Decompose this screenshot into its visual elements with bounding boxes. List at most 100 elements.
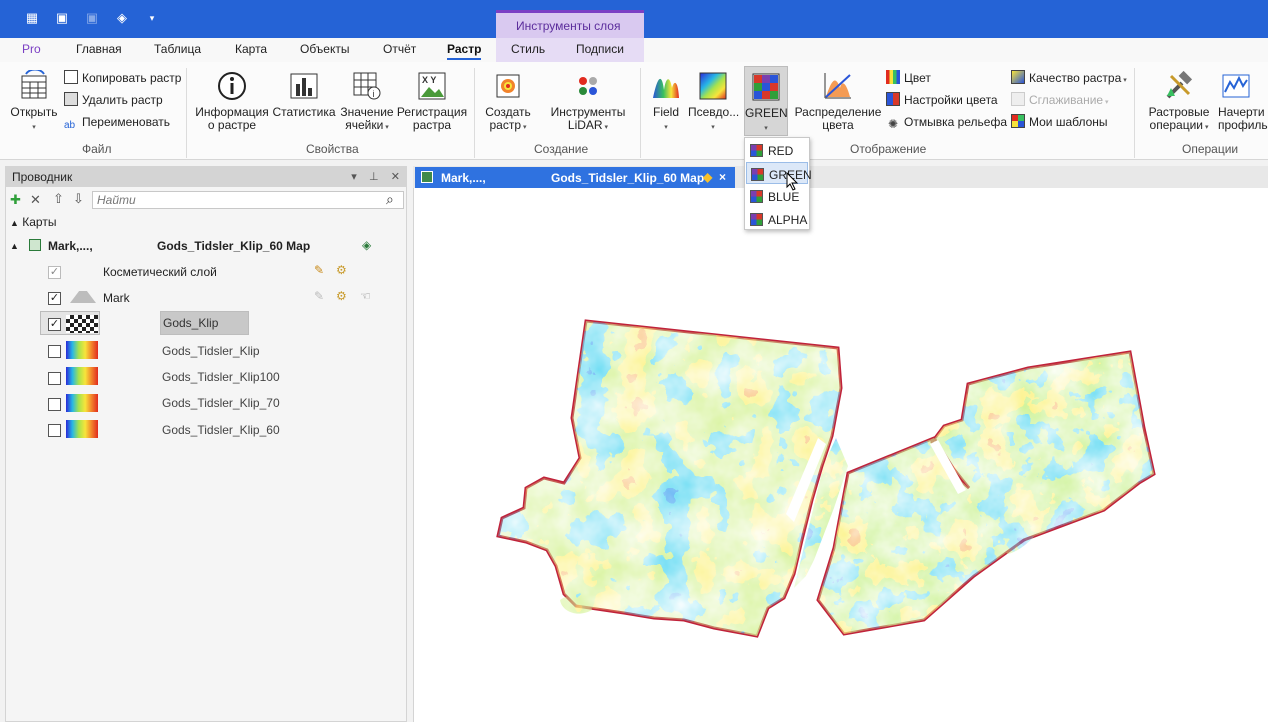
add-icon[interactable]: ✚	[10, 192, 21, 208]
delete-raster-label: Удалить растр	[82, 93, 163, 107]
layer-name[interactable]: Gods_Tidsler_Klip_70	[162, 396, 280, 410]
layer-checkbox[interactable]: ✓	[48, 318, 61, 331]
raster-right-part	[818, 352, 1154, 634]
chevron-down-icon: ▾	[521, 124, 527, 131]
create-raster-label-1: Создать	[485, 105, 531, 119]
band-option-alpha[interactable]: ALPHA	[746, 208, 808, 230]
layer-checkbox[interactable]	[48, 398, 61, 411]
raster-left-part	[498, 321, 841, 636]
raster-info-button[interactable]: Информация о растре	[194, 70, 270, 132]
collapse-arrow-icon[interactable]: ▲	[10, 241, 19, 251]
edit-pencil-icon[interactable]: ✎	[314, 289, 324, 303]
maps-node[interactable]: ▲ Карты	[10, 215, 56, 237]
group-display-label: Отображение	[850, 142, 927, 156]
move-up-icon[interactable]: ⇧	[53, 191, 64, 207]
smoothing-label: Сглаживание	[1029, 93, 1104, 107]
layer-name[interactable]: Gods_Tidsler_Klip	[162, 344, 260, 358]
chevron-down-icon: ▾	[764, 125, 768, 132]
tab-table[interactable]: Таблица	[154, 42, 201, 56]
map-tab-right-label: Gods_Tidsler_Klip_60 Map	[551, 171, 705, 185]
raster-registration-button[interactable]: X Y Регистрация растра	[396, 70, 468, 132]
search-input[interactable]: Найти	[92, 191, 404, 209]
tab-pro[interactable]: Pro	[22, 42, 41, 56]
grid-icon[interactable]: ▦	[24, 10, 40, 26]
my-templates-button[interactable]: Мои шаблоны	[1011, 114, 1108, 132]
create-raster-button[interactable]: Создать растр ▾	[482, 70, 534, 134]
layer-checkbox[interactable]: ✓	[48, 292, 61, 305]
layers-icon[interactable]: ◈	[114, 10, 130, 26]
layer-checkbox[interactable]	[48, 424, 61, 437]
statistics-icon	[290, 73, 318, 99]
edit-pencil-icon[interactable]: ✎	[314, 263, 324, 277]
statistics-button[interactable]: Статистика	[272, 70, 336, 119]
pin-icon[interactable]: ⊥	[369, 171, 379, 183]
cell-value-label-2: ячейки	[345, 118, 384, 132]
raster-quality-button[interactable]: Качество растра ▾	[1011, 70, 1127, 88]
relief-shading-button[interactable]: ✺ Отмывка рельефа	[886, 114, 1007, 132]
tab-objects[interactable]: Объекты	[300, 42, 350, 56]
rename-icon: ab	[64, 120, 76, 131]
select-icon[interactable]: ⚙	[336, 289, 347, 303]
raster-field-map[interactable]	[414, 188, 1268, 722]
layer-name[interactable]: Gods_Tidsler_Klip_60	[162, 423, 280, 437]
statistics-label: Статистика	[272, 105, 336, 119]
layer-name-selected[interactable]: Gods_Klip	[160, 311, 250, 335]
relief-icon: ✺	[887, 117, 899, 131]
lidar-tools-button[interactable]: Инструменты LiDAR ▾	[546, 70, 630, 134]
map-canvas[interactable]	[413, 188, 1268, 722]
cell-value-label-1: Значение	[340, 105, 394, 119]
layer-name[interactable]: Косметический слой	[103, 265, 217, 279]
chevron-down-icon: ▾	[32, 124, 36, 131]
draw-profile-button[interactable]: Начерти профиль	[1218, 70, 1268, 132]
copy-raster-button[interactable]: Копировать растр	[64, 70, 181, 88]
color-button[interactable]: Цвет	[886, 70, 931, 88]
open-button[interactable]: Открыть ▾	[8, 70, 60, 134]
cell-value-button[interactable]: i Значение ячейки ▾	[338, 70, 396, 134]
pseudo-color-label: Псевдо...	[688, 105, 740, 119]
explorer-toolbar: ✚ ✕ ⇧ ⇩ Найти ⌕	[6, 187, 406, 213]
collapse-arrow-icon[interactable]: ▲	[10, 218, 19, 228]
raster-info-label-1: Информация	[195, 105, 269, 119]
search-icon[interactable]: ⌕	[386, 191, 394, 208]
modified-indicator-icon: ◆	[703, 170, 713, 184]
chevron-down-icon: ▾	[1121, 77, 1127, 84]
layer-checkbox[interactable]: ✓	[48, 266, 61, 279]
panel-menu-icon[interactable]: ▾	[351, 171, 357, 183]
map-document-tab[interactable]: Mark,..., Gods_Tidsler_Klip_60 Map ◆ ×	[415, 167, 735, 188]
color-settings-button[interactable]: Настройки цвета	[886, 92, 998, 110]
delete-raster-button[interactable]: Удалить растр	[64, 92, 163, 110]
layer-checkbox[interactable]	[48, 345, 61, 358]
band-icon	[751, 168, 764, 181]
disabled-save-icon: ▣	[85, 10, 99, 25]
color-distribution-button[interactable]: Распределение цвета	[794, 70, 882, 132]
move-down-icon[interactable]: ⇩	[73, 191, 84, 207]
field-button[interactable]: Field ▾	[648, 70, 684, 134]
tab-labels[interactable]: Подписи	[576, 42, 624, 56]
select-icon[interactable]: ⚙	[336, 263, 347, 277]
field-label: Field	[652, 105, 679, 119]
tab-home[interactable]: Главная	[76, 42, 122, 56]
tab-map[interactable]: Карта	[235, 42, 267, 56]
map-options-icon[interactable]: ◈	[362, 238, 371, 252]
close-panel-icon[interactable]: ✕	[391, 171, 400, 183]
pseudo-color-button[interactable]: Псевдо... ▾	[688, 70, 740, 134]
layer-checkbox[interactable]	[48, 372, 61, 385]
close-tab-icon[interactable]: ×	[719, 170, 726, 184]
tab-style[interactable]: Стиль	[511, 42, 545, 56]
map-node[interactable]: ▲ Mark,..., Gods_Tidsler_Klip_60 Map ◈	[10, 238, 390, 260]
raster-operations-button[interactable]: Растровые операции ▾	[1144, 70, 1214, 134]
remove-icon[interactable]: ✕	[30, 192, 41, 208]
band-option-label: BLUE	[768, 190, 800, 204]
group-file-label: Файл	[82, 142, 112, 156]
customize-icon[interactable]: ▾	[144, 10, 160, 26]
save-icon[interactable]: ▣	[54, 10, 70, 26]
tab-report[interactable]: Отчёт	[383, 42, 416, 56]
band-option-red[interactable]: RED	[746, 139, 808, 161]
explorer-title: Проводник	[12, 170, 73, 184]
layer-name[interactable]: Gods_Tidsler_Klip100	[162, 370, 280, 384]
band-select-button[interactable]: GREEN ▾	[744, 66, 788, 136]
layer-name[interactable]: Mark	[103, 291, 130, 305]
tab-raster[interactable]: Растр	[447, 42, 482, 60]
rename-button[interactable]: ab Переименовать	[64, 114, 170, 132]
hand-icon[interactable]: ☜	[360, 289, 371, 303]
